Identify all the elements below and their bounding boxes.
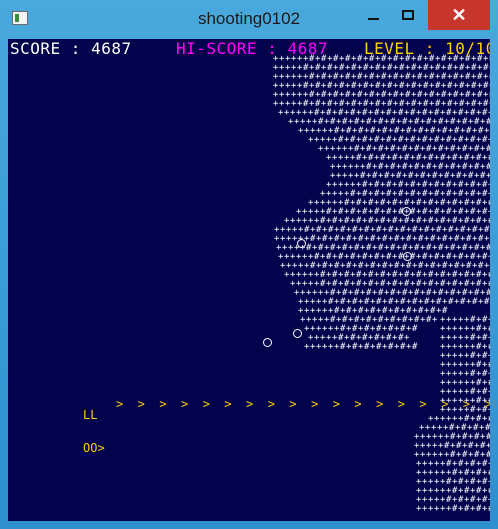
player-ship-bottom: OO> [83,441,105,455]
terrain-block: + [432,315,438,325]
terrain-block: # [484,297,490,307]
player-ship-top: LL [83,408,98,422]
game-window: shooting0102 ✕ + + + + + + # + # + # + # + # + # + # + # + # + #… [0,0,498,529]
title-bar[interactable]: shooting0102 ✕ [0,0,498,38]
enemy-ball [297,239,306,248]
player-bullets: > > > > > > > > > > > > > > > > > > > > … [116,397,490,411]
enemy-ball [293,329,302,338]
close-icon: ✕ [451,4,467,25]
hiscore-display: HI-SCORE : 4687 [176,39,328,58]
enemy-ball [403,252,412,261]
close-button[interactable]: ✕ [428,0,490,30]
terrain-block: # [412,342,418,352]
game-canvas[interactable]: ++++++#+#+#+#+#+#+#+#+#+#+#+#+#+#+#+#+++… [8,39,490,521]
terrain-block: # [488,504,490,514]
maximize-button[interactable] [390,0,426,30]
enemy-ball [402,207,411,216]
score-display: SCORE : 4687 [10,39,132,58]
level-display: LEVEL : 10/10 [364,39,490,58]
terrain-layer: ++++++#+#+#+#+#+#+#+#+#+#+#+#+#+#+#+#+++… [273,54,490,514]
minimize-button[interactable] [356,0,390,30]
terrain-block: # [412,324,418,334]
enemy-ball [263,338,272,347]
